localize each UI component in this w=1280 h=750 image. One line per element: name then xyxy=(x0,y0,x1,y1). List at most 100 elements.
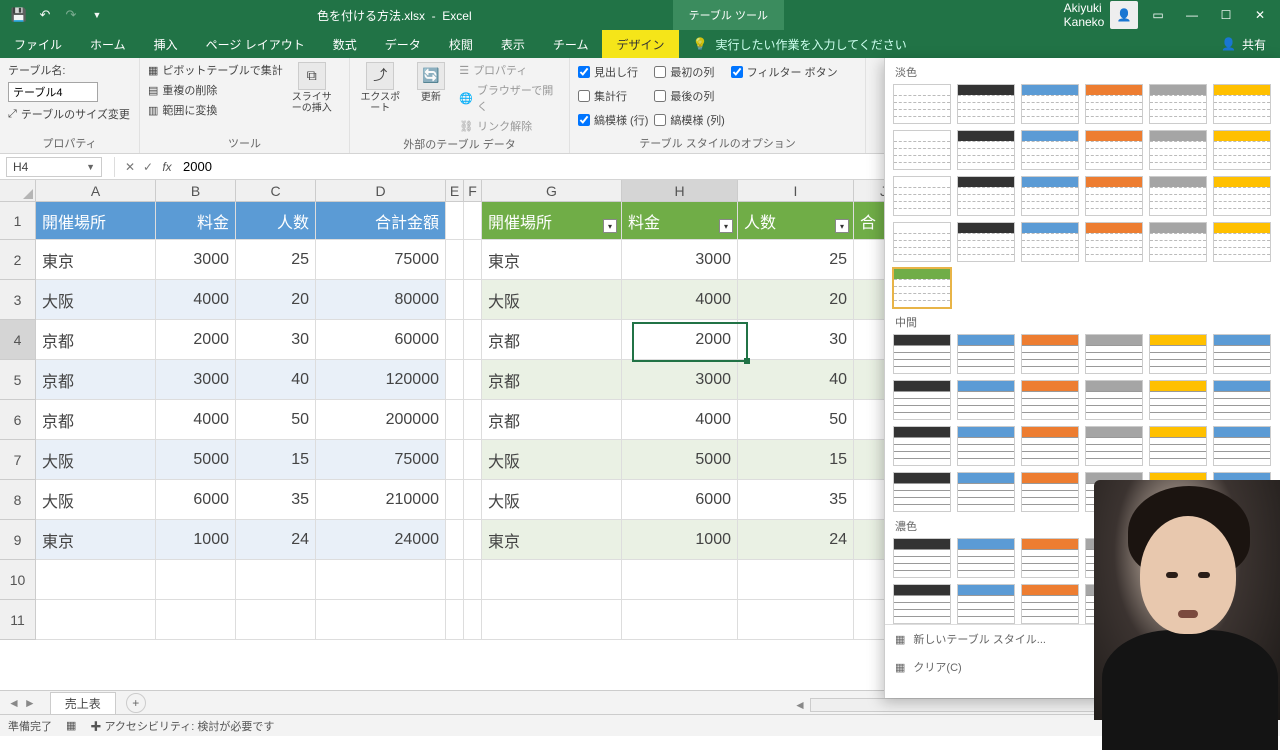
table-name-input[interactable] xyxy=(8,82,98,102)
cell[interactable] xyxy=(738,600,854,640)
first-col-checkbox[interactable]: 最初の列 xyxy=(654,64,724,80)
cell[interactable] xyxy=(446,600,464,640)
cell[interactable] xyxy=(316,600,446,640)
banded-cols-checkbox[interactable]: 縞模様 (列) xyxy=(654,112,724,128)
style-thumb[interactable] xyxy=(957,84,1015,124)
tab-ホーム[interactable]: ホーム xyxy=(76,30,140,58)
cell[interactable]: 4000 xyxy=(622,400,738,440)
name-box[interactable]: H4▼ xyxy=(6,157,102,177)
style-thumb[interactable] xyxy=(957,538,1015,578)
col-header-B[interactable]: B xyxy=(156,180,236,202)
tab-表示[interactable]: 表示 xyxy=(487,30,539,58)
style-thumb[interactable] xyxy=(1213,130,1271,170)
cell[interactable] xyxy=(316,560,446,600)
style-thumb[interactable] xyxy=(893,334,951,374)
tab-データ[interactable]: データ xyxy=(371,30,435,58)
style-thumb[interactable] xyxy=(1149,176,1207,216)
resize-table-button[interactable]: ⤢テーブルのサイズ変更 xyxy=(8,106,130,122)
cell[interactable]: 3000 xyxy=(156,240,236,280)
style-thumb[interactable] xyxy=(893,538,951,578)
cell[interactable]: 15 xyxy=(738,440,854,480)
cell[interactable]: 200000 xyxy=(316,400,446,440)
cell[interactable] xyxy=(464,240,482,280)
remove-duplicates-button[interactable]: ▤重複の削除 xyxy=(148,82,283,98)
cell[interactable] xyxy=(236,560,316,600)
cell[interactable]: 35 xyxy=(236,480,316,520)
col-header-E[interactable]: E xyxy=(446,180,464,202)
style-thumb[interactable] xyxy=(1021,176,1079,216)
style-thumb[interactable] xyxy=(957,426,1015,466)
style-thumb[interactable] xyxy=(1021,538,1079,578)
cell[interactable]: 人数 xyxy=(236,202,316,240)
cell[interactable]: 24 xyxy=(738,520,854,560)
cell[interactable]: 東京 xyxy=(482,240,622,280)
col-header-D[interactable]: D xyxy=(316,180,446,202)
cell[interactable]: 60000 xyxy=(316,320,446,360)
style-thumb[interactable] xyxy=(1085,84,1143,124)
style-thumb[interactable] xyxy=(957,334,1015,374)
cell[interactable] xyxy=(464,520,482,560)
cell[interactable]: 3000 xyxy=(622,360,738,400)
cell[interactable]: 40 xyxy=(738,360,854,400)
cell[interactable] xyxy=(482,560,622,600)
cell[interactable] xyxy=(464,400,482,440)
style-thumb[interactable] xyxy=(1149,380,1207,420)
tab-挿入[interactable]: 挿入 xyxy=(140,30,192,58)
cell[interactable]: 大阪 xyxy=(36,440,156,480)
last-col-checkbox[interactable]: 最後の列 xyxy=(654,88,724,104)
cell[interactable]: 20 xyxy=(738,280,854,320)
filter-button-checkbox[interactable]: フィルター ボタン xyxy=(731,64,838,80)
header-row-checkbox[interactable]: 見出し行 xyxy=(578,64,648,80)
cell[interactable]: 料金 xyxy=(156,202,236,240)
style-thumb[interactable] xyxy=(1021,380,1079,420)
cell[interactable] xyxy=(482,600,622,640)
avatar[interactable]: 👤 xyxy=(1110,1,1138,29)
cell[interactable]: 京都 xyxy=(482,360,622,400)
style-thumb[interactable] xyxy=(1213,176,1271,216)
save-icon[interactable]: 💾 xyxy=(8,4,30,26)
style-thumb[interactable] xyxy=(957,176,1015,216)
style-thumb[interactable] xyxy=(1149,84,1207,124)
chevron-down-icon[interactable]: ▼ xyxy=(86,162,95,172)
style-thumb[interactable] xyxy=(1085,426,1143,466)
style-thumb[interactable] xyxy=(1149,130,1207,170)
filter-icon[interactable]: ▾ xyxy=(835,219,849,233)
cell[interactable]: 4000 xyxy=(622,280,738,320)
style-thumb[interactable] xyxy=(957,222,1015,262)
tab-校閲[interactable]: 校閲 xyxy=(435,30,487,58)
cell[interactable] xyxy=(464,280,482,320)
style-thumb[interactable] xyxy=(1021,584,1079,624)
cell[interactable]: 50 xyxy=(738,400,854,440)
style-thumb[interactable] xyxy=(1149,334,1207,374)
sheet-tab[interactable]: 売上表 xyxy=(50,692,116,714)
cell[interactable]: 開催場所▾ xyxy=(482,202,622,240)
style-thumb[interactable] xyxy=(1021,84,1079,124)
cell[interactable] xyxy=(446,440,464,480)
cell[interactable] xyxy=(464,480,482,520)
enter-icon[interactable]: ✓ xyxy=(139,160,157,174)
tab-nav-prev-icon[interactable]: ◄ xyxy=(8,696,20,710)
cell[interactable] xyxy=(446,520,464,560)
filter-icon[interactable]: ▾ xyxy=(603,219,617,233)
cell[interactable]: 東京 xyxy=(482,520,622,560)
cell[interactable]: 京都 xyxy=(482,320,622,360)
maximize-icon[interactable]: ☐ xyxy=(1212,1,1240,29)
redo-icon[interactable]: ↷ xyxy=(60,4,82,26)
user-name[interactable]: Akiyuki Kaneko xyxy=(1070,1,1098,29)
cell[interactable]: 京都 xyxy=(482,400,622,440)
tellme-input[interactable]: 実行したい作業を入力してください xyxy=(715,36,906,53)
close-icon[interactable]: ✕ xyxy=(1246,1,1274,29)
cell[interactable]: 東京 xyxy=(36,520,156,560)
style-thumb[interactable] xyxy=(893,222,951,262)
cell[interactable]: 120000 xyxy=(316,360,446,400)
cell[interactable]: 大阪 xyxy=(36,480,156,520)
minimize-icon[interactable]: — xyxy=(1178,1,1206,29)
cell[interactable] xyxy=(446,400,464,440)
cell[interactable]: 1000 xyxy=(622,520,738,560)
style-thumb[interactable] xyxy=(957,584,1015,624)
style-thumb[interactable] xyxy=(1213,222,1271,262)
style-thumb[interactable] xyxy=(1085,380,1143,420)
tab-チーム[interactable]: チーム xyxy=(539,30,603,58)
cell[interactable] xyxy=(464,600,482,640)
row-header[interactable]: 6 xyxy=(0,400,36,440)
